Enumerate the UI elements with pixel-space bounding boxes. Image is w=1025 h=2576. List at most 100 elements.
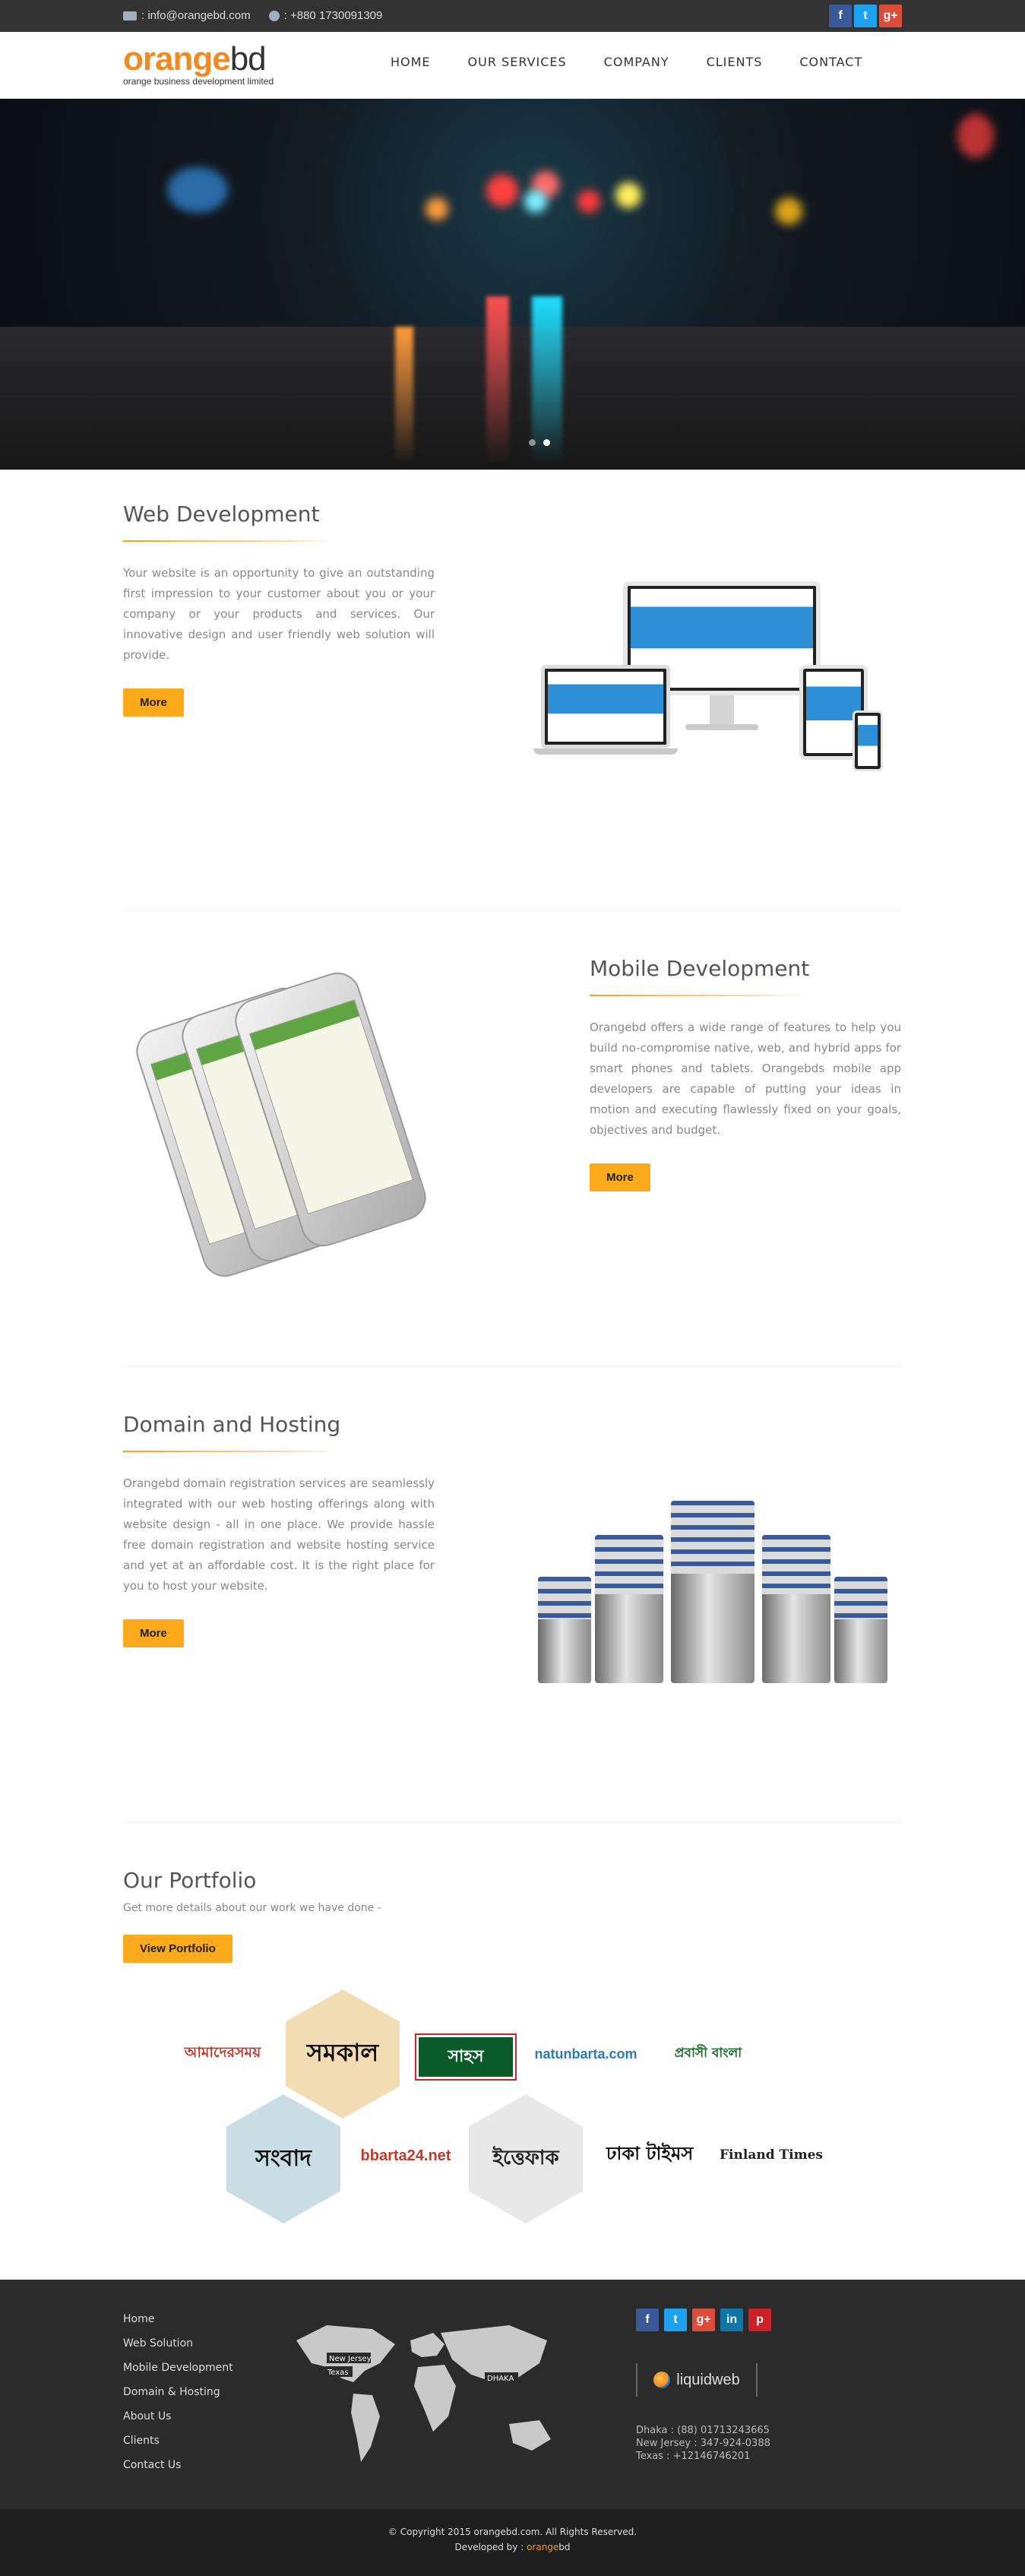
service-title: Mobile Development (590, 956, 810, 981)
copyright-bar: © Copyright 2015 orangebd.com. All Right… (0, 2509, 1025, 2576)
logo-bd: bd (229, 40, 267, 78)
footer-link-domain-hosting[interactable]: Domain & Hosting (123, 2386, 233, 2410)
mail-icon (123, 11, 137, 21)
service-title: Web Development (123, 502, 320, 527)
client-logo-hex[interactable]: সমকাল (286, 1989, 400, 2119)
service-web-development: Web Development Your website is an oppor… (123, 502, 435, 717)
phone-icon (268, 10, 280, 21)
view-portfolio-button[interactable]: View Portfolio (123, 1935, 233, 1963)
office-new-jersey: New Jersey : 347-924-0388 (636, 2438, 770, 2449)
linkedin-icon[interactable]: in (720, 2309, 743, 2331)
server-image (538, 1577, 591, 1683)
portfolio-subtitle: Get more details about our work we have … (123, 1902, 381, 1914)
title-underline (590, 995, 802, 996)
hero-reflection (532, 296, 562, 464)
client-logo[interactable]: আমাদেরসময় (166, 2039, 280, 2069)
portfolio-title: Our Portfolio (123, 1868, 257, 1893)
facebook-icon[interactable]: f (636, 2309, 659, 2331)
service-description: Orangebd offers a wide range of features… (590, 1021, 901, 1137)
developed-by: Developed by : orangebd (0, 2540, 1025, 2555)
service-mobile-development: Mobile Development Orangebd offers a wid… (590, 956, 901, 1191)
hero-light (524, 190, 547, 213)
top-contact: : info@orangebd.com : +880 1730091309 (123, 9, 382, 22)
client-logo[interactable]: সাহস (415, 2033, 517, 2081)
nav-contact[interactable]: CONTACT (799, 55, 862, 69)
hero-light (577, 190, 600, 213)
top-phone[interactable]: : +880 1730091309 (284, 9, 383, 22)
title-underline (123, 540, 336, 542)
developer-orange[interactable]: orange (527, 2542, 558, 2552)
hero-light (775, 198, 802, 225)
footer-link-contact-us[interactable]: Contact Us (123, 2459, 233, 2483)
service-title: Domain and Hosting (123, 1412, 341, 1437)
copyright-text: © Copyright 2015 orangebd.com. All Right… (388, 2527, 637, 2537)
hero-light (957, 114, 994, 158)
hero-light (486, 175, 518, 207)
footer-socials: f t g+ in p (636, 2309, 771, 2331)
server-image (671, 1501, 755, 1683)
developed-by-label: Developed by : (454, 2542, 527, 2552)
office-contacts: Dhaka : (88) 01713243665 New Jersey : 34… (636, 2424, 770, 2463)
liquidweb-partner[interactable]: liquidweb (636, 2363, 758, 2397)
map-label-new-jersey: New Jersey (329, 2355, 372, 2363)
footer-link-clients[interactable]: Clients (123, 2435, 233, 2459)
title-underline (123, 1451, 336, 1452)
hero-pagination (529, 439, 550, 446)
logo-orange: orange (123, 40, 231, 78)
client-logo: ইত্তেফাক (492, 2147, 559, 2169)
client-logo[interactable]: Finland Times (714, 2141, 828, 2169)
client-logo: সংবাদ (255, 2144, 312, 2172)
phone-image (853, 710, 883, 771)
google-plus-icon[interactable]: g+ (879, 5, 902, 27)
laptop-image (541, 665, 670, 748)
server-image (595, 1535, 663, 1683)
footer-link-mobile-development[interactable]: Mobile Development (123, 2362, 233, 2386)
footer-link-web-solution[interactable]: Web Solution (123, 2337, 233, 2362)
servers-illustration (538, 1501, 887, 1683)
nav-clients[interactable]: CLIENTS (707, 55, 763, 69)
hero-slider[interactable] (0, 99, 1025, 470)
top-email[interactable]: : info@orangebd.com (141, 9, 251, 22)
section-divider (123, 910, 902, 911)
footer-link-home[interactable]: Home (123, 2313, 233, 2337)
hero-light (426, 198, 448, 220)
top-socials: f t g+ (829, 5, 902, 27)
nav-home[interactable]: HOME (391, 55, 431, 69)
domain-more-button[interactable]: More (123, 1619, 184, 1647)
twitter-icon[interactable]: t (664, 2309, 687, 2331)
main-nav: HOME OUR SERVICES COMPANY CLIENTS CONTAC… (391, 55, 862, 69)
service-domain-hosting: Domain and Hosting Orangebd domain regis… (123, 1412, 435, 1647)
map-label-texas: Texas (327, 2369, 349, 2377)
client-logo[interactable]: natunbarta.com (529, 2040, 643, 2068)
client-logo-hex[interactable]: সংবাদ (226, 2094, 340, 2223)
smartphones-illustration (130, 965, 494, 1307)
map-label-dhaka: DHAKA (487, 2375, 514, 2383)
mobile-more-button[interactable]: More (590, 1163, 650, 1191)
developer-bd[interactable]: bd (558, 2542, 570, 2552)
client-logo-hex[interactable]: ইত্তেফাক (469, 2094, 583, 2223)
service-description: Orangebd domain registration services ar… (123, 1476, 435, 1593)
hero-dot[interactable] (529, 439, 536, 446)
section-divider (123, 1366, 902, 1367)
client-logo[interactable]: ঢাকা টাইমস (593, 2140, 707, 2170)
twitter-icon[interactable]: t (854, 5, 877, 27)
pinterest-icon[interactable]: p (748, 2309, 771, 2331)
google-plus-icon[interactable]: g+ (692, 2309, 715, 2331)
client-logo[interactable]: প্রবাসী বাংলা (655, 2040, 761, 2068)
hero-light (615, 182, 641, 208)
responsive-devices-illustration (533, 581, 891, 786)
hero-dot-active[interactable] (543, 439, 550, 446)
footer-link-about-us[interactable]: About Us (123, 2410, 233, 2435)
world-map: New Jersey Texas DHAKA (296, 2325, 551, 2462)
hero-reflection (486, 296, 509, 464)
footer-links: Home Web Solution Mobile Development Dom… (123, 2313, 233, 2483)
nav-company[interactable]: COMPANY (604, 55, 669, 69)
facebook-icon[interactable]: f (829, 5, 852, 27)
top-bar: : info@orangebd.com : +880 1730091309 f … (0, 0, 1025, 32)
client-logo[interactable]: bbarta24.net (353, 2141, 459, 2170)
partner-name: liquidweb (676, 2371, 740, 2388)
nav-our-services[interactable]: OUR SERVICES (468, 55, 567, 69)
client-logo: সমকাল (306, 2038, 379, 2067)
site-logo[interactable]: orangebd orange business development lim… (123, 41, 274, 87)
web-more-button[interactable]: More (123, 688, 184, 717)
